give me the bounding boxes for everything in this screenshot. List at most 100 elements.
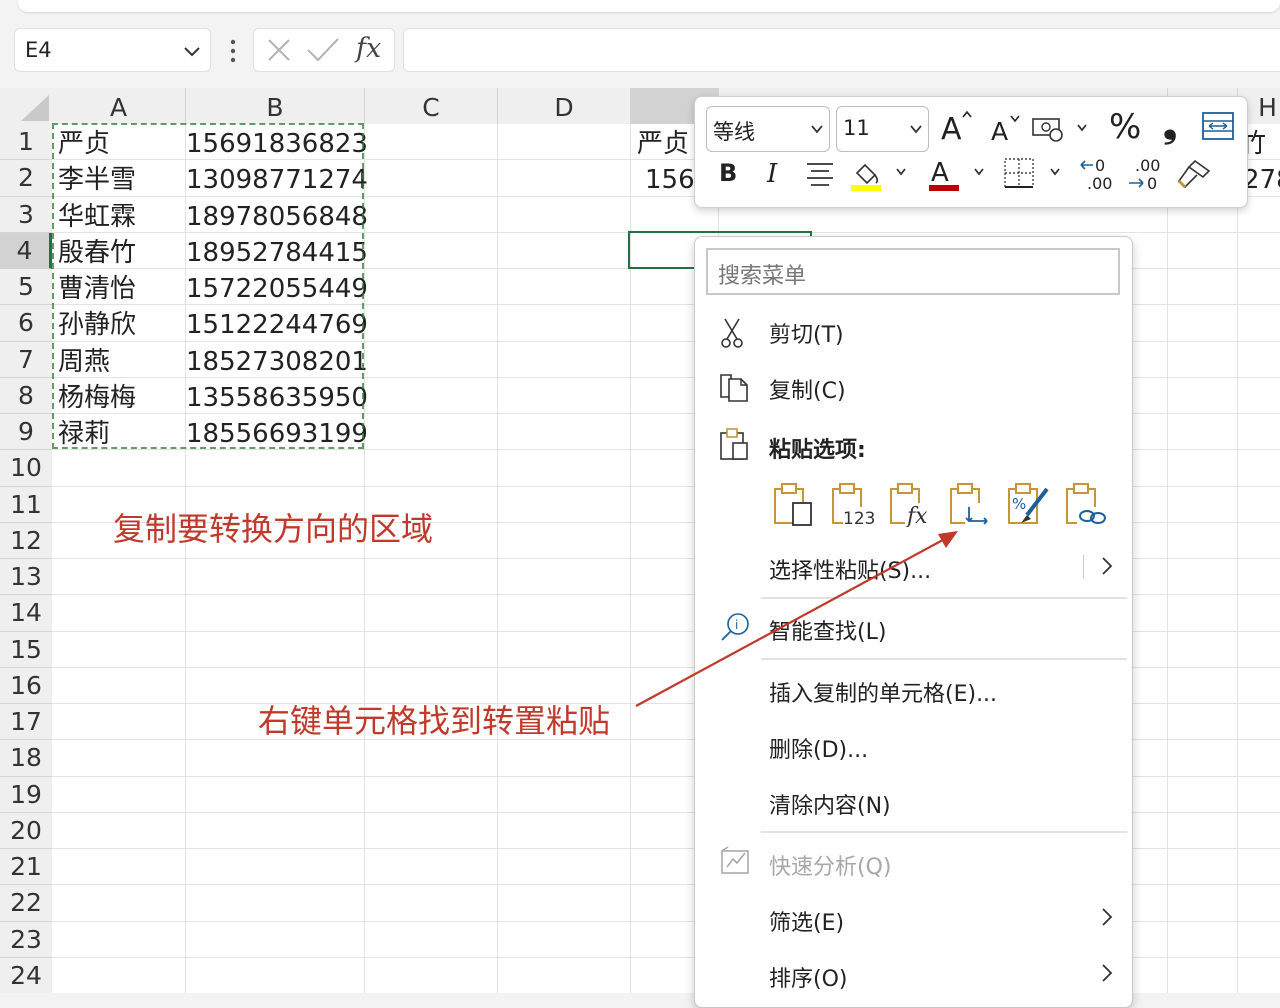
row-header[interactable]: 23 [0,921,52,958]
chevron-down-icon [910,125,922,134]
svg-text:%: % [1012,495,1026,513]
row-header[interactable]: 17 [0,704,52,741]
row-header[interactable]: 12 [0,522,52,559]
row-header[interactable]: 6 [0,305,52,342]
row-header[interactable]: 9 [0,414,52,451]
row-header[interactable]: 1 [0,124,52,161]
borders-icon[interactable] [1003,157,1067,191]
chevron-right-icon[interactable] [1099,906,1115,928]
decrease-font-size-icon[interactable]: A [989,113,1023,143]
paste-formatting-icon[interactable]: % [1005,481,1051,527]
svg-text:A: A [941,112,962,143]
row-header[interactable]: 21 [0,849,52,886]
menu-item-clear-contents[interactable]: 清除内容(N) [769,788,891,820]
row-header[interactable]: 24 [0,957,52,993]
row-header[interactable]: 13 [0,559,52,596]
chevron-right-icon[interactable] [1099,555,1115,577]
menu-item-filter[interactable]: 筛选(E) [769,905,844,937]
chevron-down-icon [811,125,823,134]
menu-item-paste-special[interactable]: 选择性粘贴(S)... [769,553,931,585]
row-header[interactable]: 14 [0,595,52,632]
cancel-icon[interactable] [266,37,292,63]
row-header[interactable]: 11 [0,486,52,523]
submenu-divider [1083,555,1084,579]
row-header[interactable]: 15 [0,631,52,668]
name-box-value: E4 [25,38,52,62]
fill-color-icon[interactable] [849,157,909,193]
quick-analysis-icon [721,846,749,874]
row-header[interactable]: 10 [0,450,52,487]
column-header[interactable]: D [498,88,631,124]
svg-text:.00: .00 [1087,174,1112,193]
chevron-right-icon[interactable] [1099,962,1115,984]
increase-font-size-icon[interactable]: A [939,109,973,143]
row-header[interactable]: 20 [0,812,52,849]
font-size-value: 11 [843,116,870,140]
svg-text:fx: fx [905,504,928,527]
formula-buttons: fx [253,28,395,72]
row-header[interactable]: 19 [0,776,52,813]
row-header[interactable]: 8 [0,377,52,414]
menu-item-delete[interactable]: 删除(D)... [769,732,868,764]
percent-style-button[interactable]: % [1109,107,1141,147]
align-center-icon[interactable] [805,161,835,189]
smart-lookup-icon: i [721,613,749,641]
cell-e1[interactable]: 严贞 [637,124,689,160]
wrap-text-icon[interactable] [1201,109,1235,143]
chevron-down-icon[interactable] [182,41,202,61]
ribbon-bottom-edge [18,0,1280,12]
context-menu: 搜索菜单 剪切(T) 复制(C) 粘贴选项: 123 fx % 选择性粘贴(S)… [694,236,1133,1008]
column-header[interactable]: A [52,88,186,124]
row-header[interactable]: 5 [0,269,52,306]
insert-function-button[interactable]: fx [356,33,381,64]
comma-style-button[interactable]: ❟ [1163,105,1177,147]
menu-separator [761,831,1127,833]
select-all-corner[interactable] [0,88,52,124]
row-header[interactable]: 22 [0,885,52,922]
row-header[interactable]: 3 [0,196,52,233]
paste-transpose-icon[interactable] [947,481,993,527]
name-box[interactable]: E4 [14,28,211,72]
mini-toolbar: 等线 11 A A % ❟ B I A 0.00 .00 0 [694,96,1248,208]
svg-text:0: 0 [1147,174,1157,193]
currency-format-icon[interactable] [1031,115,1091,143]
copy-marquee [52,123,364,449]
formula-input[interactable] [403,28,1280,72]
row-header[interactable]: 7 [0,341,52,378]
paste-options-label: 粘贴选项: [769,438,866,463]
format-painter-icon[interactable] [1175,157,1213,191]
paste-link-icon[interactable] [1063,481,1109,527]
row-header[interactable]: 18 [0,740,52,777]
italic-button[interactable]: I [767,159,777,189]
menu-item-insert-copied-cells[interactable]: 插入复制的单元格(E)... [769,676,997,708]
font-name-select[interactable]: 等线 [706,106,830,152]
font-size-select[interactable]: 11 [836,106,929,152]
gridline [1167,124,1168,993]
paste-icon[interactable] [771,481,817,527]
menu-item-sort[interactable]: 排序(O) [769,961,847,993]
cell-g2[interactable]: 278 [1243,160,1280,196]
decrease-decimal-icon[interactable]: .000 [1127,155,1167,193]
bold-button[interactable]: B [719,159,737,187]
menu-item-smart-lookup[interactable]: 智能查找(L) [769,614,886,646]
row-header[interactable]: 2 [0,160,52,197]
paste-values-123-icon[interactable]: 123 [829,481,875,527]
svg-text:A: A [931,158,949,188]
svg-text:i: i [735,618,738,632]
menu-search-input[interactable]: 搜索菜单 [706,248,1120,295]
row-header[interactable]: 16 [0,667,52,704]
increase-decimal-icon[interactable]: 0.00 [1079,155,1119,193]
column-header[interactable]: B [186,88,365,124]
font-color-icon[interactable]: A [927,155,991,193]
paste-formulas-fx-icon[interactable]: fx [887,481,933,527]
annotation-copy-note: 复制要转换方向的区域 [113,510,434,548]
check-icon[interactable] [306,37,340,63]
more-vertical-icon[interactable] [228,38,238,64]
column-header[interactable]: C [365,88,498,124]
menu-separator [761,658,1127,660]
menu-item-cut[interactable]: 剪切(T) [769,317,844,349]
menu-item-copy[interactable]: 复制(C) [769,373,846,405]
gridline [497,124,498,993]
row-header[interactable]: 4 [0,232,52,269]
select-all-triangle-icon [21,95,49,121]
